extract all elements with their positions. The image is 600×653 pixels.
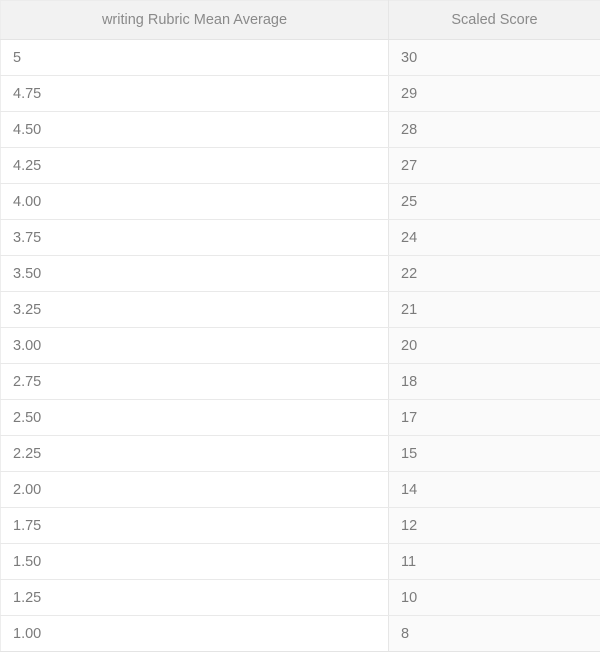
- cell-rubric-mean-average: 3.25: [1, 292, 389, 328]
- table-row: 3.0020: [1, 328, 600, 364]
- column-header-scaled-score: Scaled Score: [389, 1, 600, 40]
- table-row: 4.7529: [1, 76, 600, 112]
- cell-scaled-score: 12: [389, 508, 600, 544]
- cell-rubric-mean-average: 4.50: [1, 112, 389, 148]
- cell-scaled-score: 30: [389, 40, 600, 76]
- cell-rubric-mean-average: 4.25: [1, 148, 389, 184]
- table-header-row: writing Rubric Mean Average Scaled Score: [1, 1, 600, 40]
- cell-rubric-mean-average: 4.75: [1, 76, 389, 112]
- cell-rubric-mean-average: 2.00: [1, 472, 389, 508]
- cell-scaled-score: 11: [389, 544, 600, 580]
- table-row: 2.0014: [1, 472, 600, 508]
- cell-scaled-score: 17: [389, 400, 600, 436]
- table-row: 1.2510: [1, 580, 600, 616]
- cell-rubric-mean-average: 1.75: [1, 508, 389, 544]
- table-row: 4.5028: [1, 112, 600, 148]
- column-header-rubric-mean-average: writing Rubric Mean Average: [1, 1, 389, 40]
- table-row: 4.0025: [1, 184, 600, 220]
- cell-scaled-score: 10: [389, 580, 600, 616]
- cell-rubric-mean-average: 3.00: [1, 328, 389, 364]
- table-body: 5304.75294.50284.25274.00253.75243.50223…: [1, 40, 600, 652]
- table-row: 1.5011: [1, 544, 600, 580]
- table-header: writing Rubric Mean Average Scaled Score: [1, 1, 600, 40]
- cell-rubric-mean-average: 3.50: [1, 256, 389, 292]
- cell-scaled-score: 22: [389, 256, 600, 292]
- table-row: 530: [1, 40, 600, 76]
- table-row: 2.5017: [1, 400, 600, 436]
- cell-scaled-score: 8: [389, 616, 600, 652]
- table-row: 3.7524: [1, 220, 600, 256]
- cell-rubric-mean-average: 1.50: [1, 544, 389, 580]
- table-row: 1.008: [1, 616, 600, 652]
- table-row: 2.2515: [1, 436, 600, 472]
- cell-rubric-mean-average: 1.25: [1, 580, 389, 616]
- cell-rubric-mean-average: 3.75: [1, 220, 389, 256]
- table-row: 3.2521: [1, 292, 600, 328]
- cell-rubric-mean-average: 2.25: [1, 436, 389, 472]
- cell-scaled-score: 14: [389, 472, 600, 508]
- cell-scaled-score: 24: [389, 220, 600, 256]
- table-row: 1.7512: [1, 508, 600, 544]
- cell-scaled-score: 27: [389, 148, 600, 184]
- cell-rubric-mean-average: 5: [1, 40, 389, 76]
- cell-scaled-score: 15: [389, 436, 600, 472]
- cell-scaled-score: 20: [389, 328, 600, 364]
- cell-scaled-score: 29: [389, 76, 600, 112]
- cell-scaled-score: 18: [389, 364, 600, 400]
- cell-scaled-score: 25: [389, 184, 600, 220]
- rubric-to-scaled-score-table: writing Rubric Mean Average Scaled Score…: [0, 0, 600, 652]
- table-row: 4.2527: [1, 148, 600, 184]
- cell-rubric-mean-average: 2.75: [1, 364, 389, 400]
- table-row: 2.7518: [1, 364, 600, 400]
- cell-scaled-score: 28: [389, 112, 600, 148]
- cell-scaled-score: 21: [389, 292, 600, 328]
- cell-rubric-mean-average: 2.50: [1, 400, 389, 436]
- cell-rubric-mean-average: 1.00: [1, 616, 389, 652]
- table-row: 3.5022: [1, 256, 600, 292]
- cell-rubric-mean-average: 4.00: [1, 184, 389, 220]
